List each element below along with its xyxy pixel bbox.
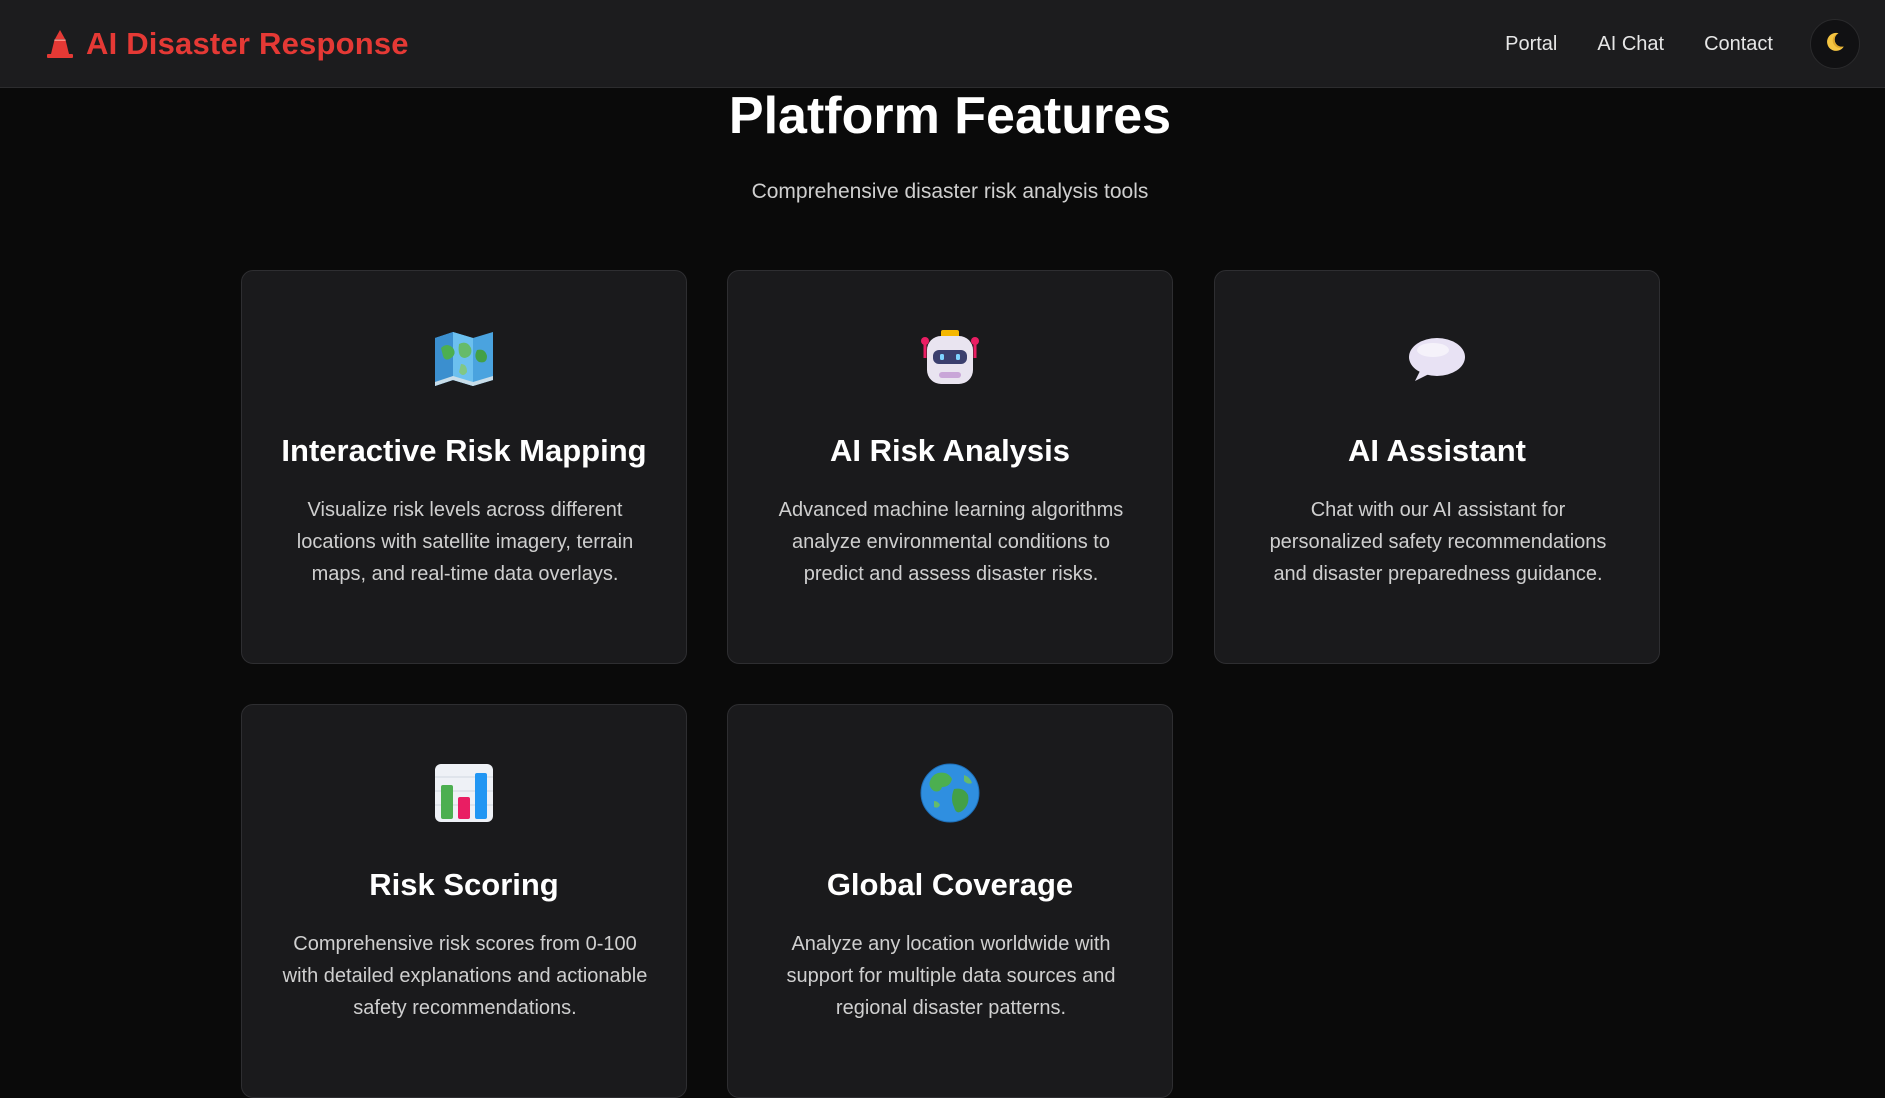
features-section: Platform Features Comprehensive disaster… [0, 87, 1885, 1098]
card-title: AI Assistant [1347, 433, 1526, 468]
bar-chart-icon [242, 761, 686, 825]
red-cone-icon [46, 29, 74, 59]
card-description: Visualize risk levels across different l… [296, 499, 634, 585]
feature-card-ai-assistant: AI Assistant Chat with our AI assistant … [1214, 270, 1660, 664]
top-navbar: AI Disaster Response Portal AI Chat Cont… [0, 0, 1885, 88]
card-description: Advanced machine learning algorithms ana… [778, 499, 1124, 585]
world-map-icon [242, 327, 686, 391]
brand-logo-link[interactable]: AI Disaster Response [46, 22, 409, 66]
card-title: AI Risk Analysis [829, 433, 1071, 468]
feature-card-risk-scoring: Risk Scoring Comprehensive risk scores f… [241, 704, 687, 1098]
feature-card-risk-mapping: Interactive Risk Mapping Visualize risk … [241, 270, 687, 664]
feature-card-global-coverage: Global Coverage Analyze any location wor… [727, 704, 1173, 1098]
card-title: Risk Scoring [369, 867, 559, 902]
card-title: Interactive Risk Mapping [281, 433, 647, 468]
nav-links: Portal AI Chat Contact [1505, 24, 1773, 64]
feature-card-ai-risk-analysis: AI Risk Analysis Advanced machine learni… [727, 270, 1173, 664]
nav-link-contact[interactable]: Contact [1704, 33, 1773, 56]
card-description: Analyze any location worldwide with supp… [786, 933, 1116, 1019]
card-description: Comprehensive risk scores from 0-100 wit… [282, 933, 648, 1019]
moon-icon [1823, 30, 1847, 59]
card-description: Chat with our AI assistant for personali… [1269, 499, 1607, 585]
section-subtitle: Comprehensive disaster risk analysis too… [751, 180, 1149, 203]
section-title: Platform Features [728, 87, 1172, 145]
card-title: Global Coverage [826, 867, 1074, 902]
nav-link-ai-chat[interactable]: AI Chat [1597, 33, 1664, 56]
nav-link-portal[interactable]: Portal [1505, 33, 1557, 56]
brand-name: AI Disaster Response [86, 26, 409, 61]
globe-icon [728, 761, 1172, 825]
speech-bubble-icon [1215, 327, 1659, 391]
robot-icon [728, 327, 1172, 391]
theme-toggle-button[interactable] [1810, 19, 1860, 69]
